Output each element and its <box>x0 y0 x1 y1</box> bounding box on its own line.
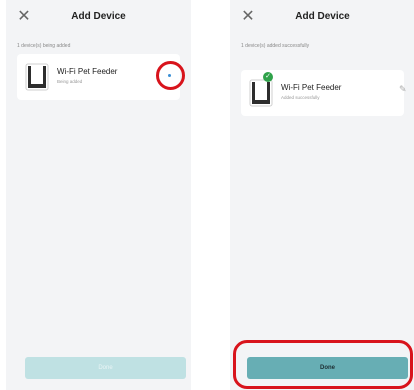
done-button[interactable]: Done <box>247 357 408 379</box>
screen-adding: ✕ Add Device 1 device(s) being added Wi-… <box>6 0 191 390</box>
pet-feeder-icon <box>25 62 49 92</box>
device-name: Wi-Fi Pet Feeder <box>281 83 342 92</box>
device-status: Being added <box>57 79 83 84</box>
page-title: Add Device <box>71 11 126 22</box>
device-count-text: 1 device(s) being added <box>17 43 71 49</box>
device-status: Added successfully <box>281 95 320 100</box>
page-title: Add Device <box>295 11 350 22</box>
edit-icon[interactable]: ✎ <box>399 84 409 94</box>
highlight-ring <box>156 61 185 90</box>
header: ✕ Add Device <box>6 0 191 38</box>
screen-added: ✕ Add Device 1 device(s) added successfu… <box>230 0 414 390</box>
pet-feeder-icon <box>249 78 273 108</box>
check-icon: ✓ <box>263 72 273 82</box>
device-name: Wi-Fi Pet Feeder <box>57 67 118 76</box>
header: ✕ Add Device <box>230 0 414 38</box>
device-count-text: 1 device(s) added successfully <box>241 43 310 49</box>
device-card[interactable]: ✓ Wi-Fi Pet Feeder Added successfully ✎ <box>241 70 407 116</box>
done-button[interactable]: Done <box>25 357 186 379</box>
